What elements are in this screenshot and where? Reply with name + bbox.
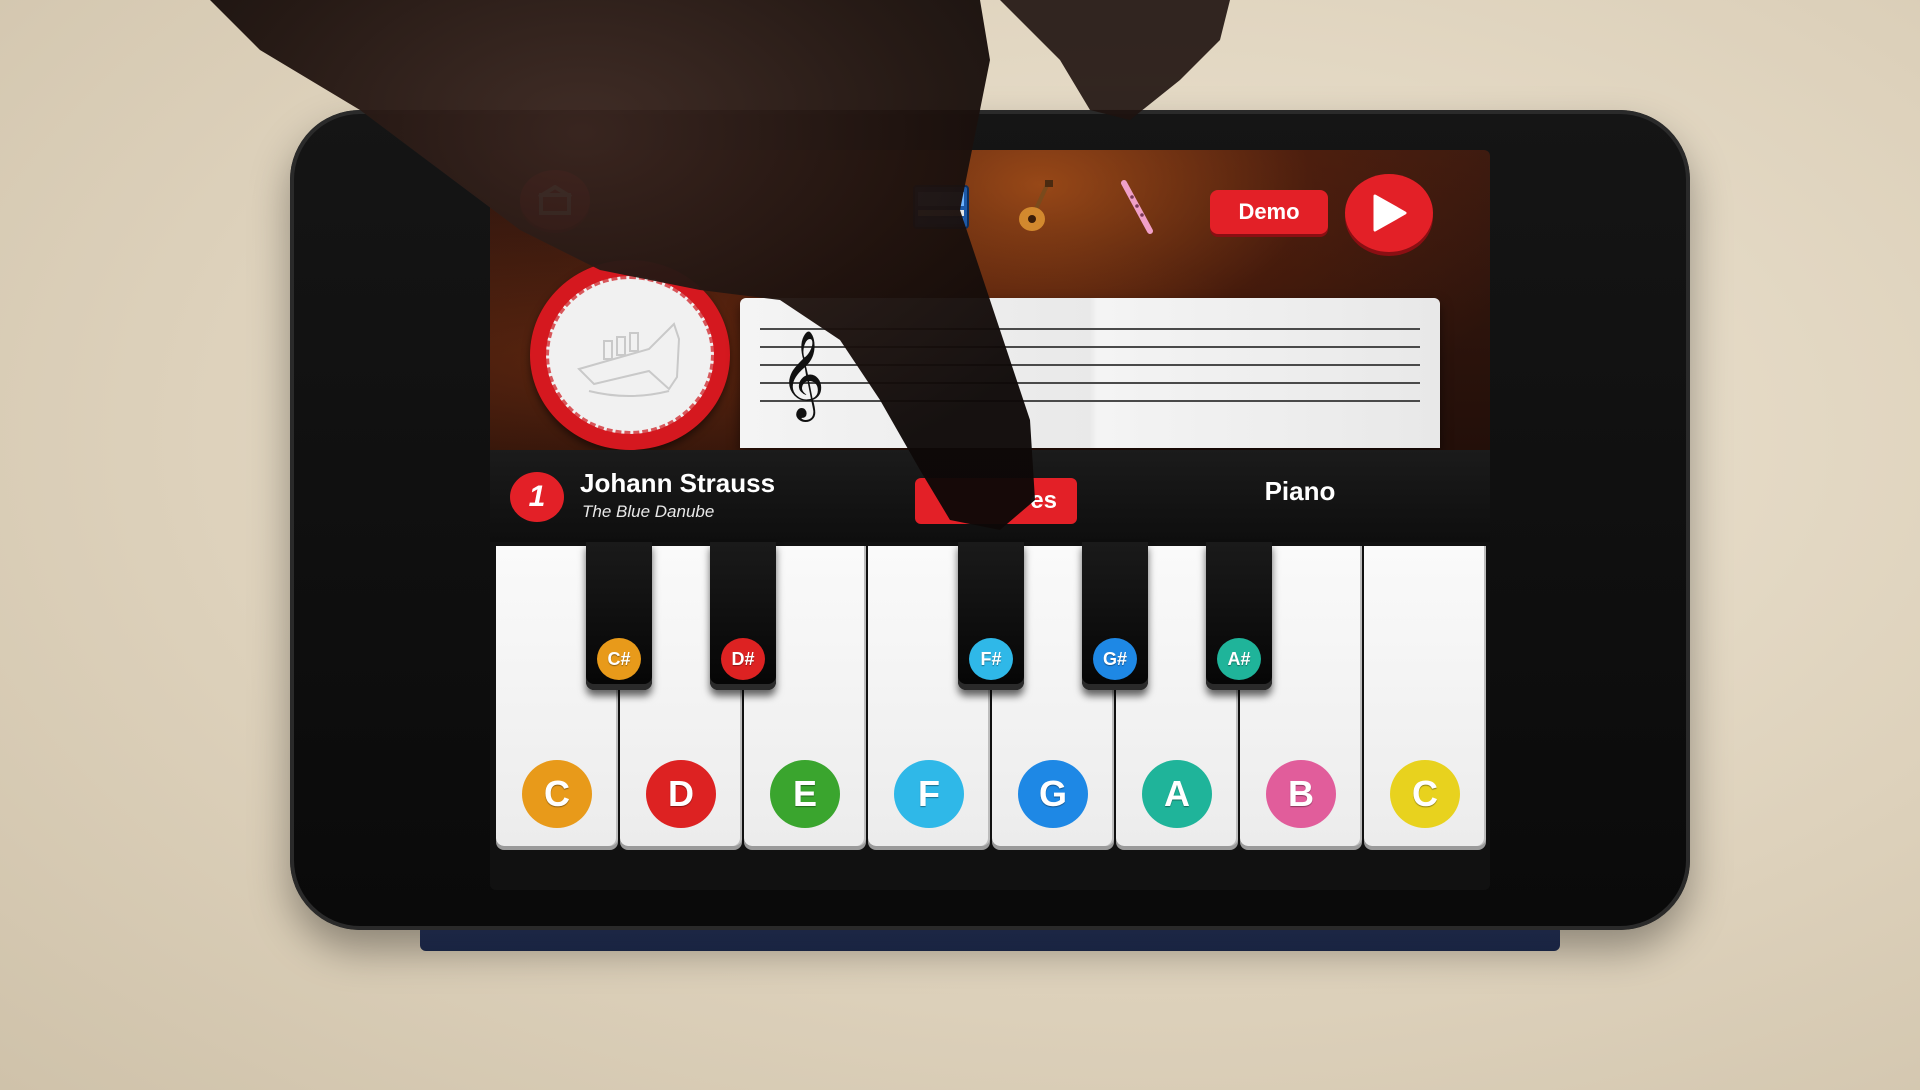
instrument-guitar[interactable]: [1008, 176, 1070, 238]
composer-name: Johann Strauss: [580, 468, 776, 498]
desk-scene: Demo 𝄞 1 Johann Strauss The Blue Danube …: [0, 0, 1920, 1090]
staff-line: [760, 328, 1420, 330]
songs-button[interactable]: es: [915, 478, 1077, 524]
guitar-icon: [1019, 180, 1053, 231]
instrument-piano[interactable]: [910, 176, 972, 238]
home-icon: [537, 185, 573, 215]
note-label: B: [1266, 760, 1336, 828]
instrument-selector: [910, 172, 1210, 242]
tablet-device: Demo 𝄞 1 Johann Strauss The Blue Danube …: [290, 110, 1690, 930]
recorder-disc: [546, 276, 714, 434]
white-key-c-high[interactable]: C: [1364, 546, 1486, 846]
staff-line: [760, 364, 1420, 366]
black-key-c-sharp[interactable]: C#: [586, 542, 652, 690]
trumpet-icon: [577, 322, 681, 397]
black-key-f-sharp[interactable]: F#: [958, 542, 1024, 690]
app-header: Demo 𝄞: [490, 150, 1490, 500]
record-button[interactable]: [530, 260, 730, 450]
staff-line: [760, 382, 1420, 384]
note-label: E: [770, 760, 840, 828]
treble-clef-icon: 𝄞: [780, 329, 825, 418]
note-label: D#: [721, 638, 765, 680]
note-label: D: [646, 760, 716, 828]
instrument-flute[interactable]: [1106, 176, 1168, 238]
note-label: C#: [597, 638, 641, 680]
note-label: G: [1018, 760, 1088, 828]
current-instrument-label[interactable]: Piano: [1210, 476, 1390, 507]
app-screen: Demo 𝄞 1 Johann Strauss The Blue Danube …: [490, 150, 1490, 890]
staff-line: [760, 400, 1420, 402]
song-number-badge: 1: [510, 472, 564, 522]
music-staff: 𝄞: [740, 298, 1440, 448]
note-label: F#: [969, 638, 1013, 680]
black-key-a-sharp[interactable]: A#: [1206, 542, 1272, 690]
flute-icon: [1121, 180, 1153, 234]
note-label: F: [894, 760, 964, 828]
note-label: A#: [1217, 638, 1261, 680]
song-info-bar: 1 Johann Strauss The Blue Danube es Pian…: [490, 450, 1490, 542]
play-button[interactable]: [1345, 174, 1433, 252]
note-label: G#: [1093, 638, 1137, 680]
piano-icon: [913, 185, 969, 229]
note-label: A: [1142, 760, 1212, 828]
home-button[interactable]: [520, 170, 590, 230]
song-title: The Blue Danube: [582, 502, 715, 521]
note-label: C: [1390, 760, 1460, 828]
black-key-d-sharp[interactable]: D#: [710, 542, 776, 690]
note-label: C: [522, 760, 592, 828]
staff-line: [760, 346, 1420, 348]
play-icon: [1373, 194, 1407, 232]
piano-keyboard: C D E F G A B C C# D# F# G# A#: [490, 542, 1490, 890]
black-key-g-sharp[interactable]: G#: [1082, 542, 1148, 690]
demo-button[interactable]: Demo: [1210, 190, 1328, 234]
